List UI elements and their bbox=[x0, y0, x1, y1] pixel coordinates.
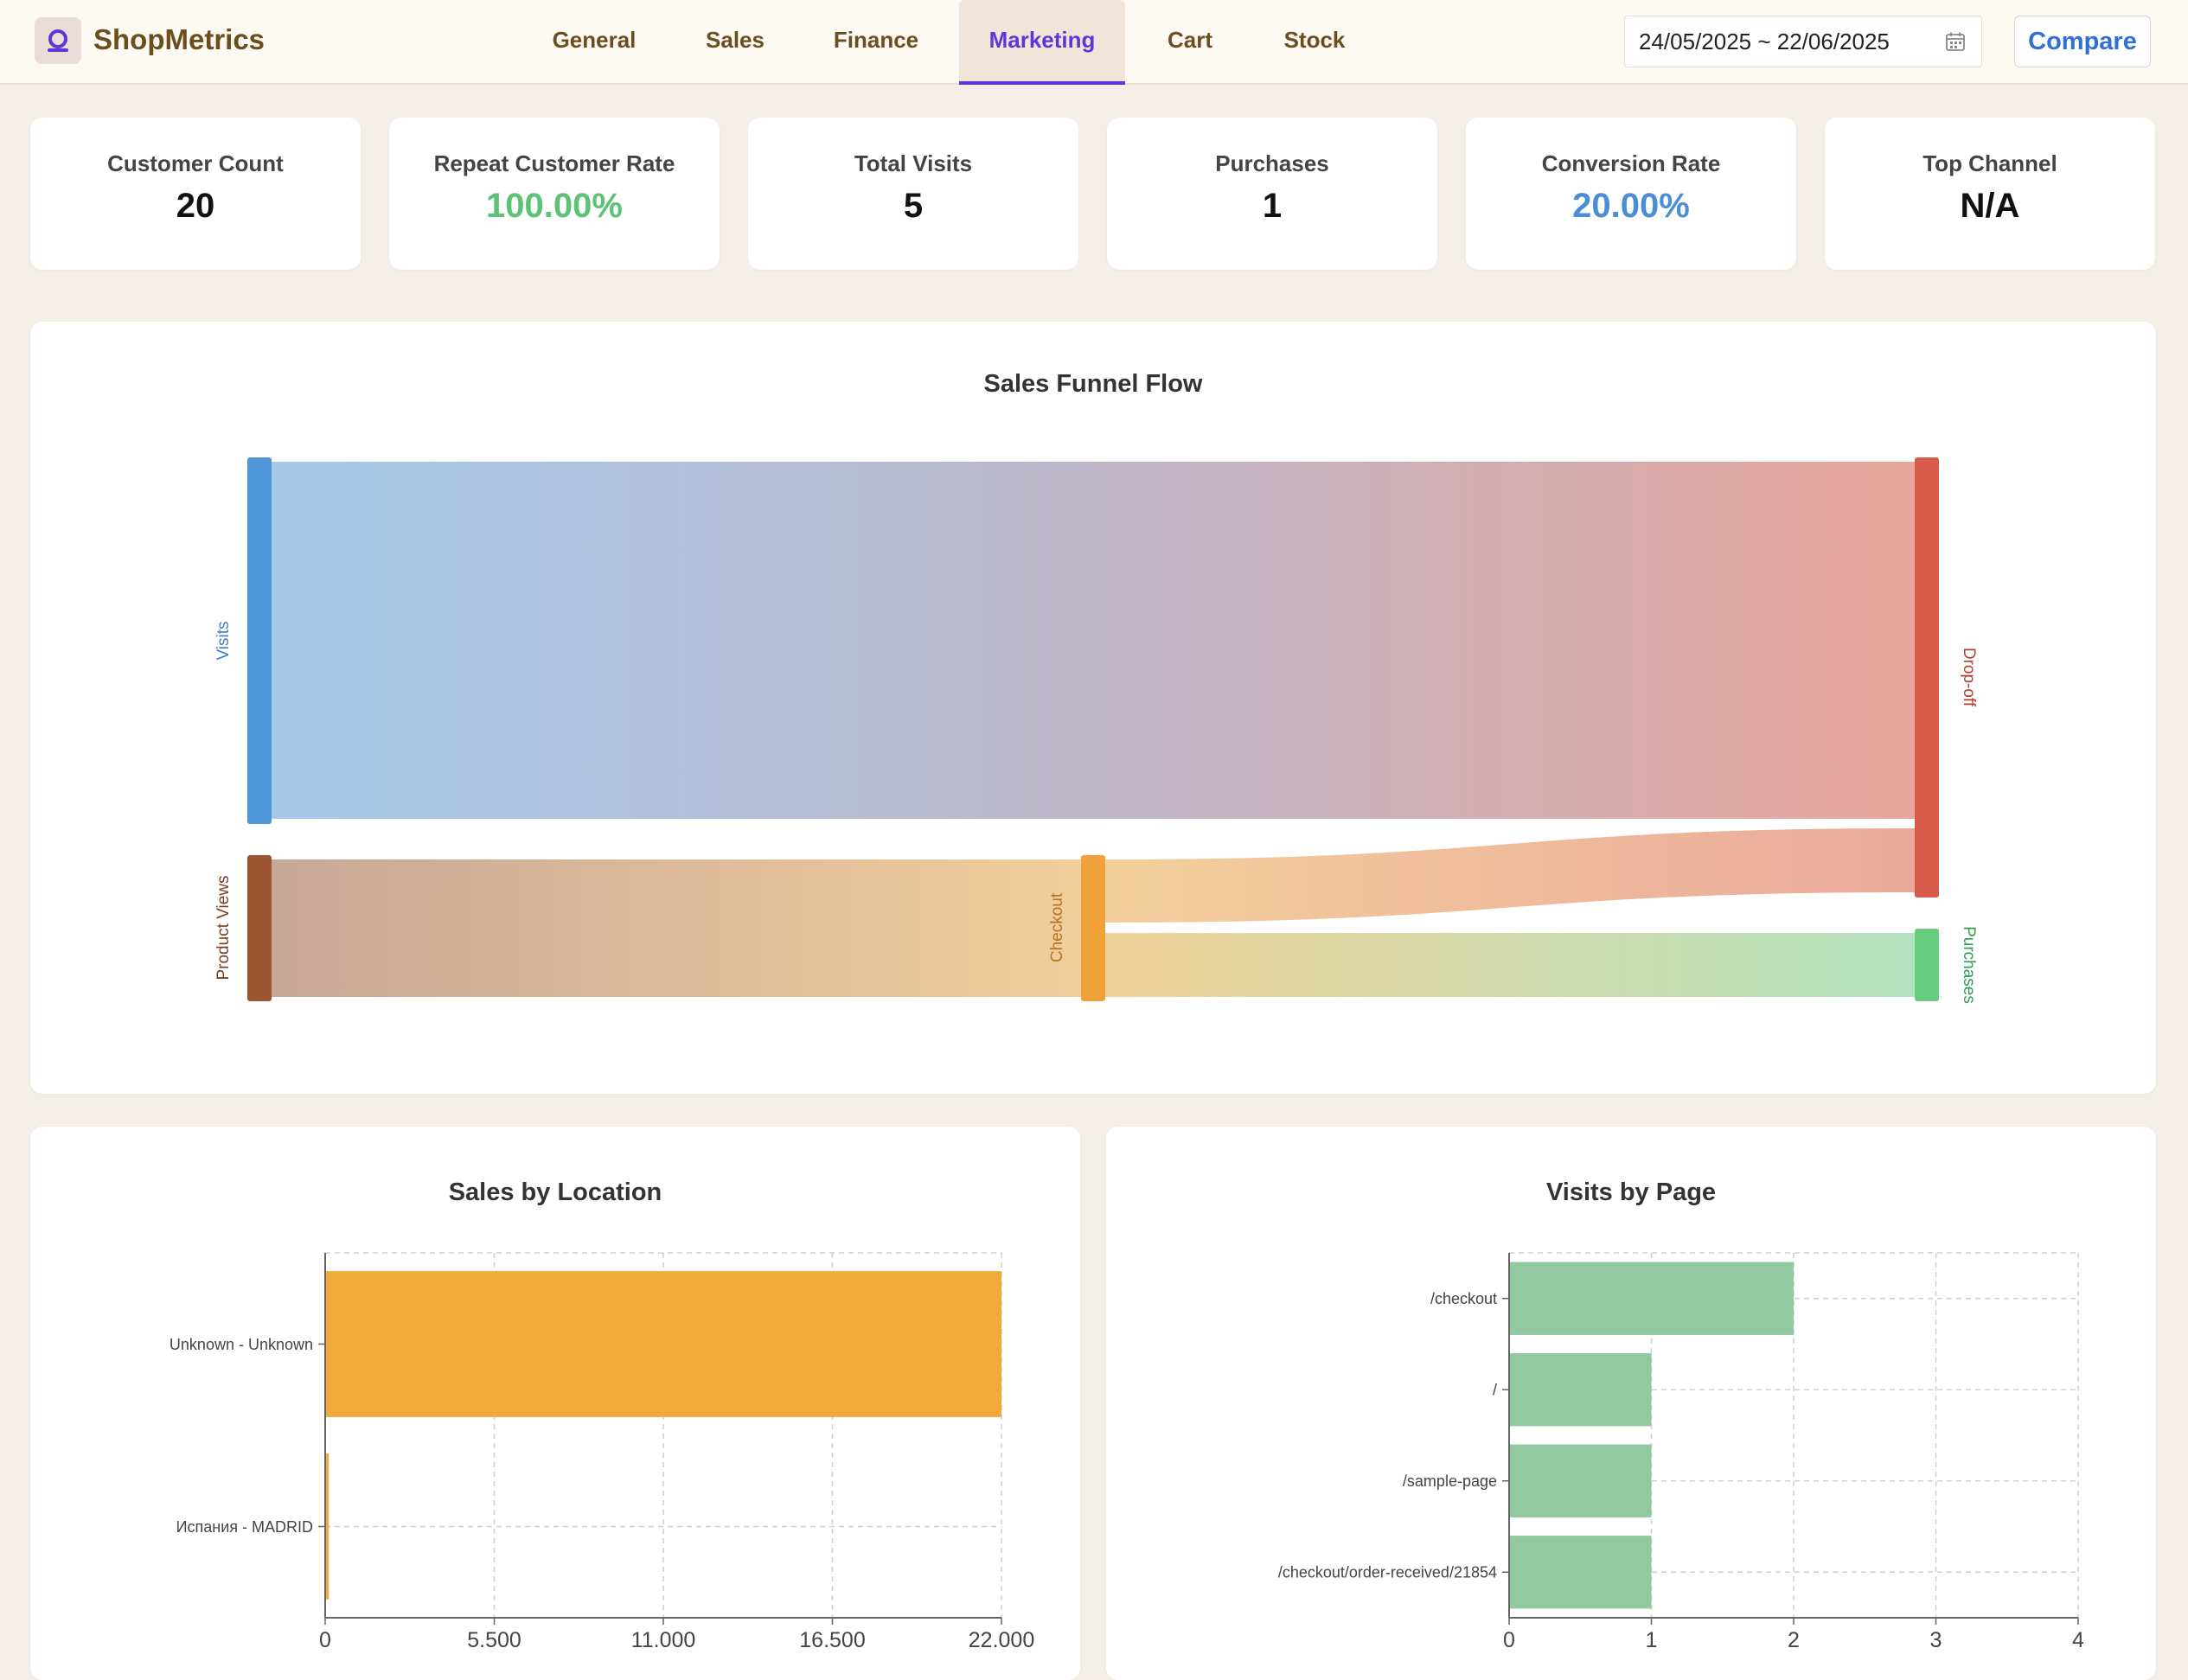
kpi-label: Total Visits bbox=[854, 150, 973, 176]
visits-by-page-panel: Visits by Page /checkout //sample-page/ch… bbox=[1106, 1127, 2156, 1680]
sankey-node-checkout bbox=[1081, 855, 1105, 1001]
category-tick-label: /sample-page bbox=[1403, 1472, 1497, 1490]
kpi-conversion-rate: Conversion Rate 20.00% bbox=[1466, 118, 1796, 270]
kpi-label: Conversion Rate bbox=[1541, 150, 1721, 176]
bar bbox=[1509, 1262, 1794, 1335]
kpi-label: Customer Count bbox=[107, 150, 284, 176]
kpi-label: Top Channel bbox=[1922, 150, 2057, 176]
sales-by-location-chart: Unknown - Unknown Испания - MADRID 0 5.500 1… bbox=[170, 1252, 1034, 1652]
sales-funnel-panel: Sales Funnel Flow Visits Product Views C… bbox=[30, 322, 2156, 1094]
sankey-link-productviews-checkout bbox=[272, 859, 1105, 997]
sankey-node-product-views bbox=[247, 855, 272, 1001]
x-tick-label: 11.000 bbox=[631, 1628, 696, 1652]
x-tick-label: 3 bbox=[1930, 1628, 1942, 1652]
bar bbox=[1509, 1353, 1652, 1427]
sales-by-location-panel: Sales by Location Unknown - Unknown Испан… bbox=[30, 1127, 1080, 1680]
kpi-label: Repeat Customer Rate bbox=[433, 150, 675, 176]
brand-name[interactable]: ShopMetrics bbox=[93, 21, 265, 59]
date-range-value: 24/05/2025 ~ 22/06/2025 bbox=[1639, 29, 1890, 54]
kpi-purchases: Purchases 1 bbox=[1107, 118, 1437, 270]
kpi-total-visits: Total Visits 5 bbox=[748, 118, 1078, 270]
visits-by-page-chart: /checkout / /sample-page/checkout/order-re… bbox=[1278, 1252, 2084, 1652]
kpi-label: Purchases bbox=[1215, 150, 1329, 176]
sankey-node-purchases bbox=[1915, 929, 1939, 1001]
kpi-value: 1 bbox=[1262, 187, 1283, 225]
sankey-link-checkout-purchases bbox=[1105, 933, 1915, 997]
top-header: ShopMetrics General Sales Finance Market… bbox=[0, 0, 2188, 85]
sankey-link-visits-dropoff bbox=[272, 462, 1915, 819]
tab-finance[interactable]: Finance bbox=[816, 0, 936, 85]
kpi-value: 100.00% bbox=[486, 187, 623, 225]
x-tick-label: 5.500 bbox=[467, 1628, 521, 1652]
funnel-title: Sales Funnel Flow bbox=[983, 370, 1203, 398]
sankey-node-dropoff bbox=[1915, 457, 1939, 897]
bar bbox=[1509, 1444, 1652, 1517]
x-tick-label: 1 bbox=[1646, 1628, 1658, 1652]
sankey-node-visits bbox=[247, 457, 272, 824]
sankey-label-visits: Visits bbox=[214, 621, 233, 660]
tab-sales[interactable]: Sales bbox=[681, 0, 789, 85]
sankey-label-product-views: Product Views bbox=[214, 875, 233, 980]
kpi-value: 20.00% bbox=[1572, 187, 1690, 225]
tab-cart[interactable]: Cart bbox=[1150, 0, 1230, 85]
x-tick-label: 0 bbox=[319, 1628, 331, 1652]
compare-button[interactable]: Compare bbox=[2014, 16, 2151, 67]
kpi-value: N/A bbox=[1960, 187, 2020, 225]
tab-general[interactable]: General bbox=[536, 0, 652, 85]
x-tick-label: 2 bbox=[1788, 1628, 1800, 1652]
category-tick-label: /checkout bbox=[1430, 1290, 1497, 1307]
category-tick-label: / bbox=[1493, 1382, 1497, 1399]
kpi-top-channel: Top Channel N/A bbox=[1825, 118, 2155, 270]
category-tick-label: Испания - MADRID bbox=[176, 1518, 313, 1536]
sankey-label-checkout: Checkout bbox=[1048, 892, 1066, 962]
x-tick-label: 4 bbox=[2072, 1628, 2084, 1652]
kpi-customer-count: Customer Count 20 bbox=[30, 118, 361, 270]
kpi-repeat-customer-rate: Repeat Customer Rate 100.00% bbox=[389, 118, 720, 270]
x-tick-label: 16.500 bbox=[799, 1628, 865, 1652]
sankey-link-checkout-dropoff bbox=[1105, 828, 1915, 923]
date-range-picker[interactable]: 24/05/2025 ~ 22/06/2025 bbox=[1624, 16, 1982, 67]
sankey-chart: Visits Product Views Checkout Drop-off P… bbox=[214, 457, 1978, 1004]
x-tick-label: 0 bbox=[1503, 1628, 1515, 1652]
sankey-label-dropoff: Drop-off bbox=[1960, 648, 1978, 707]
category-tick-label: /checkout/order-received/21854 bbox=[1278, 1564, 1497, 1581]
x-tick-label: 22.000 bbox=[969, 1628, 1034, 1652]
shop-logo-icon[interactable] bbox=[35, 17, 81, 64]
kpi-value: 20 bbox=[176, 187, 215, 225]
tab-stock[interactable]: Stock bbox=[1268, 0, 1361, 85]
category-tick-label: Unknown - Unknown bbox=[170, 1336, 313, 1353]
calendar-icon bbox=[1946, 32, 1965, 51]
sankey-label-purchases: Purchases bbox=[1960, 926, 1978, 1004]
tab-marketing[interactable]: Marketing bbox=[959, 0, 1125, 85]
bar bbox=[1509, 1536, 1652, 1609]
bar bbox=[325, 1271, 1001, 1417]
kpi-value: 5 bbox=[903, 187, 924, 225]
